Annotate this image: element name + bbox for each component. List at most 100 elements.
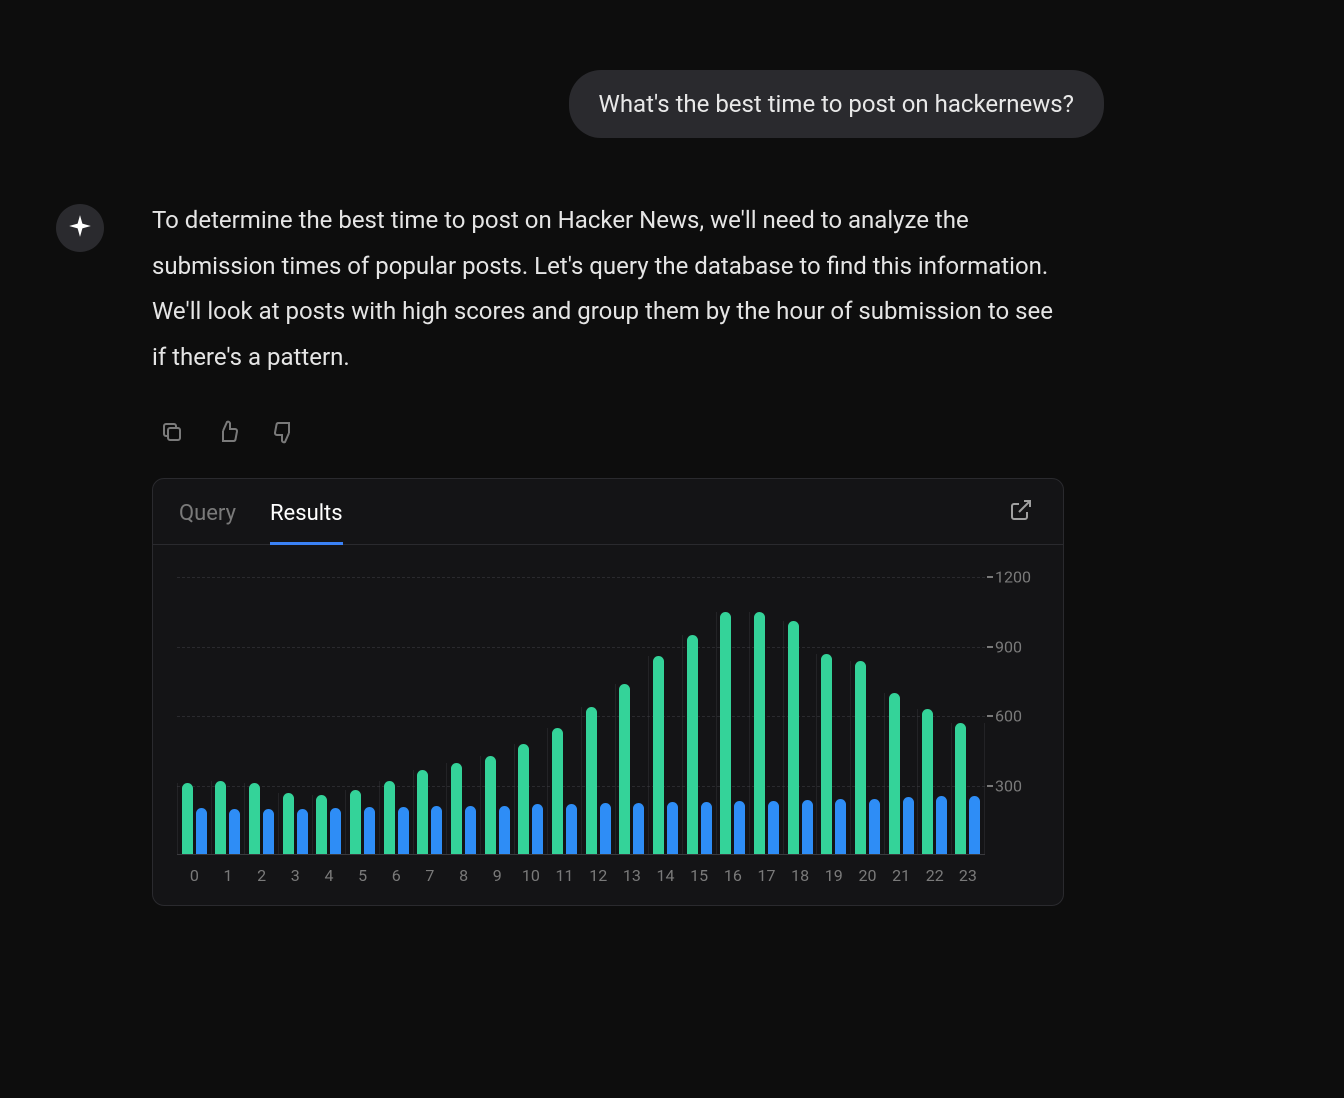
chart-x-tick: 3	[291, 866, 300, 885]
chart-bar[interactable]	[215, 781, 226, 855]
chart-x-tick: 9	[493, 866, 502, 885]
chart-x-tick: 18	[791, 866, 809, 885]
chart-bar-group: 11	[547, 728, 581, 856]
chart-bar[interactable]	[417, 770, 428, 856]
chart-bar[interactable]	[518, 744, 529, 855]
chart-bar[interactable]	[566, 804, 577, 855]
chart-x-tick: 13	[623, 866, 641, 885]
chart-bar[interactable]	[701, 802, 712, 855]
chart-bar[interactable]	[633, 803, 644, 855]
assistant-body: To determine the best time to post on Ha…	[152, 198, 1072, 906]
chart-x-tick: 2	[257, 866, 266, 885]
chart-y-tick: 1200	[995, 567, 1031, 586]
chart-bar[interactable]	[855, 661, 866, 856]
chart-bar[interactable]	[330, 808, 341, 856]
user-message-bubble: What's the best time to post on hackerne…	[569, 70, 1104, 138]
chart-bar[interactable]	[687, 635, 698, 855]
user-message-row: What's the best time to post on hackerne…	[56, 70, 1104, 138]
chart-bar[interactable]	[936, 796, 947, 855]
chart-y-tick-mark	[987, 576, 993, 578]
copy-button[interactable]	[158, 420, 186, 448]
chart-bar[interactable]	[889, 693, 900, 855]
chart-bar[interactable]	[922, 709, 933, 855]
chart-bar[interactable]	[955, 723, 966, 855]
chart-bar[interactable]	[297, 809, 308, 855]
chart-bar[interactable]	[196, 808, 207, 856]
chart-x-tick: 21	[892, 866, 910, 885]
chart-x-tick: 8	[459, 866, 468, 885]
thumbs-down-button[interactable]	[270, 420, 298, 448]
chart-bar[interactable]	[969, 796, 980, 855]
chart-bar[interactable]	[734, 801, 745, 856]
chart-bar[interactable]	[182, 783, 193, 855]
chart-bar-group: 18	[783, 621, 817, 855]
chart-bar[interactable]	[364, 807, 375, 856]
chart-bar-group: 9	[480, 756, 514, 856]
chart-bar[interactable]	[821, 654, 832, 856]
chart-bar[interactable]	[619, 684, 630, 856]
tab-query[interactable]: Query	[179, 479, 236, 544]
chart-bar[interactable]	[754, 612, 765, 856]
chart-x-tick: 16	[724, 866, 742, 885]
tab-results-label: Results	[270, 501, 343, 526]
thumbs-down-icon	[272, 420, 296, 448]
chart-bar-group: 8	[446, 763, 480, 856]
user-message-text: What's the best time to post on hackerne…	[599, 90, 1074, 118]
chart-bar-group: 3	[278, 793, 312, 856]
assistant-message-text: To determine the best time to post on Ha…	[152, 198, 1072, 380]
chart-bar[interactable]	[552, 728, 563, 856]
chart-x-tick: 23	[959, 866, 977, 885]
chart-bar-group: 10	[514, 744, 548, 855]
chart-bar[interactable]	[667, 802, 678, 855]
sparkle-icon	[67, 213, 93, 243]
chart-bar[interactable]	[532, 804, 543, 855]
thumbs-up-button[interactable]	[214, 420, 242, 448]
chart-bar[interactable]	[499, 806, 510, 856]
chart-bar[interactable]	[788, 621, 799, 855]
chart-bar[interactable]	[903, 797, 914, 855]
chart-bar[interactable]	[869, 799, 880, 856]
chart-x-tick: 22	[926, 866, 944, 885]
chart-bar-group: 20	[850, 661, 884, 856]
chart-bar[interactable]	[350, 790, 361, 855]
chart-bar[interactable]	[485, 756, 496, 856]
chart-bar[interactable]	[451, 763, 462, 856]
chart-bar-group: 16	[716, 612, 750, 856]
panel-header: Query Results	[153, 479, 1063, 545]
chat-container: What's the best time to post on hackerne…	[0, 0, 1344, 906]
chart-x-tick: 6	[392, 866, 401, 885]
chart-bar-group: 22	[917, 709, 951, 855]
chart-bar[interactable]	[398, 807, 409, 856]
chart-bar-group: 1	[211, 781, 245, 855]
expand-button[interactable]	[1005, 494, 1037, 530]
chart-bar-group: 4	[312, 795, 346, 855]
tab-query-label: Query	[179, 501, 236, 526]
chart-x-axis	[177, 854, 985, 855]
chart-bar[interactable]	[249, 783, 260, 855]
chart-bar-group: 2	[244, 783, 278, 855]
chart-x-tick: 11	[556, 866, 574, 885]
chart-bar[interactable]	[586, 707, 597, 855]
chart-bar[interactable]	[653, 656, 664, 856]
assistant-row: To determine the best time to post on Ha…	[56, 198, 1244, 906]
chart-bar[interactable]	[600, 803, 611, 855]
chart-x-tick: 20	[858, 866, 876, 885]
chart-bar[interactable]	[720, 612, 731, 856]
chart-bar[interactable]	[465, 806, 476, 856]
tab-results[interactable]: Results	[270, 479, 343, 544]
chart-bar-group: 12	[581, 707, 615, 855]
chart-bar[interactable]	[263, 809, 274, 855]
chart-bar[interactable]	[229, 809, 240, 855]
chart-bar[interactable]	[431, 806, 442, 856]
chart-x-tick: 10	[522, 866, 540, 885]
chart-bar[interactable]	[768, 801, 779, 856]
chart-bar[interactable]	[802, 800, 813, 856]
chart-y-tick: 300	[995, 776, 1022, 795]
chart-bar-group: 13	[615, 684, 649, 856]
chart-bar[interactable]	[283, 793, 294, 856]
chart-bar[interactable]	[316, 795, 327, 855]
chart-y-tick-mark	[987, 785, 993, 787]
chart-bar[interactable]	[835, 799, 846, 856]
chart-x-tick: 4	[324, 866, 333, 885]
chart-bar[interactable]	[384, 781, 395, 855]
